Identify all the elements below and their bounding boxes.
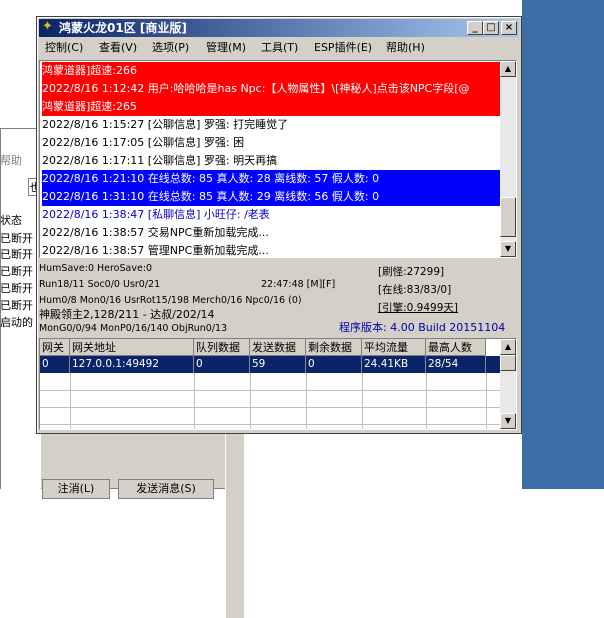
log-line: 2022/8/16 1:12:42 用户:哈哈哈是has Npc:【人物属性】\… <box>42 80 501 98</box>
window-title: 鸿蒙火龙01区 [商业版] <box>59 21 187 35</box>
background-status-header: 状态 <box>0 214 22 227</box>
grid-line <box>194 373 195 429</box>
col-send-data[interactable]: 发送数据 <box>250 339 306 356</box>
scroll-up-icon[interactable]: ▲ <box>500 339 516 355</box>
background-row: 已断开 <box>0 282 33 295</box>
menu-view[interactable]: 查看(V) <box>99 38 137 58</box>
program-version: 程序版本: 4.00 Build 20151104 <box>339 321 506 334</box>
cell-average-traffic: 24.41KB <box>362 356 426 373</box>
cell-remaining-data: 0 <box>306 356 362 373</box>
table-scrollbar[interactable]: ▲ ▼ <box>500 339 516 429</box>
scroll-down-icon[interactable]: ▼ <box>500 413 516 429</box>
grid-line <box>40 390 500 391</box>
cell-gateway-address: 127.0.0.1:49492 <box>70 356 194 373</box>
refresh-monster-count: [刷怪:27299] <box>378 266 445 278</box>
app-icon: ✦ <box>42 19 53 34</box>
log-line: 2022/8/16 1:38:57 交易NPC重新加载完成... <box>42 226 269 239</box>
background-row: 启动的 <box>0 316 33 329</box>
scroll-thumb[interactable] <box>500 355 516 371</box>
grid-line <box>306 373 307 429</box>
grid-line <box>486 373 487 429</box>
log-line: 2022/8/16 1:21:10 在线总数: 85 真人数: 28 离线数: … <box>42 170 501 188</box>
col-gateway-address[interactable]: 网关地址 <box>70 339 194 356</box>
cell-gateway: 0 <box>40 356 70 373</box>
logout-button[interactable]: 注消(L) <box>42 479 110 499</box>
menu-help[interactable]: 帮助(H) <box>386 38 425 58</box>
status-guild: 神殿领主2,128/211 - 达叔/202/14 <box>39 308 215 321</box>
scroll-thumb[interactable] <box>500 197 516 237</box>
log-line: 2022/8/16 1:17:05 [公聊信息] 罗强: 困 <box>42 136 245 149</box>
log-line: 2022/8/16 1:15:27 [公聊信息] 罗强: 打完睡觉了 <box>42 118 289 131</box>
background-row: 已断开 <box>0 248 33 261</box>
close-button[interactable]: × <box>501 21 517 35</box>
gateway-table[interactable]: 网关 网关地址 队列数据 发送数据 剩余数据 平均流量 最高人数 0 127.0… <box>39 338 517 430</box>
engine-uptime: [引擎:0.9499天] <box>378 302 458 314</box>
background-row: 已断开 <box>0 265 33 278</box>
cell-max-players: 28/54 <box>426 356 486 373</box>
minimize-button[interactable]: _ <box>467 21 483 35</box>
col-max-players[interactable]: 最高人数 <box>426 339 486 356</box>
online-count: [在线:83/83/0] <box>378 284 452 296</box>
status-monsters: MonG0/0/94 MonP0/16/140 ObjRun0/13 <box>39 323 228 334</box>
log-line: 2022/8/16 1:38:47 [私聊信息] 小旺仔: /老表 <box>42 208 270 221</box>
background-row: 已断开 <box>0 232 33 245</box>
background-row: 已断开 <box>0 299 33 312</box>
grid-line <box>70 373 71 429</box>
menu-bar: 控制(C) 查看(V) 选项(P) 管理(M) 工具(T) ESP插件(E) 帮… <box>39 38 519 58</box>
log-scrollbar[interactable]: ▲ ▼ <box>500 61 516 257</box>
menu-control[interactable]: 控制(C) <box>45 38 83 58</box>
col-average-traffic[interactable]: 平均流量 <box>362 339 426 356</box>
col-queue-data[interactable]: 队列数据 <box>194 339 250 356</box>
col-gateway[interactable]: 网关 <box>40 339 70 356</box>
grid-line <box>40 407 500 408</box>
title-bar[interactable]: ✦ 鸿蒙火龙01区 [商业版] _ □ × <box>39 19 519 37</box>
cell-queue-data: 0 <box>194 356 250 373</box>
log-view[interactable]: 鸿蒙道器]超速:266 2022/8/16 1:12:42 用户:哈哈哈是has … <box>39 60 517 258</box>
menu-options[interactable]: 选项(P) <box>152 38 189 58</box>
log-line: 鸿蒙道器]超速:265 <box>42 98 501 116</box>
grid-line <box>250 373 251 429</box>
col-remaining-data[interactable]: 剩余数据 <box>306 339 362 356</box>
desktop-background <box>522 0 604 489</box>
status-save: HumSave:0 HeroSave:0 <box>39 263 153 274</box>
scroll-up-icon[interactable]: ▲ <box>500 61 516 77</box>
status-time: 22:47:48 [M][F] <box>261 279 336 290</box>
log-line: 2022/8/16 1:31:10 在线总数: 85 真人数: 29 离线数: … <box>42 188 501 206</box>
background-menu-help[interactable]: 帮助 <box>0 152 22 168</box>
log-line: 2022/8/16 1:17:11 [公聊信息] 罗强: 明天再搞 <box>42 154 278 167</box>
grid-line <box>40 424 500 425</box>
scroll-down-icon[interactable]: ▼ <box>500 241 516 257</box>
menu-tools[interactable]: 工具(T) <box>261 38 298 58</box>
main-window: ✦ 鸿蒙火龙01区 [商业版] _ □ × 控制(C) 查看(V) 选项(P) … <box>36 16 522 434</box>
grid-line <box>362 373 363 429</box>
menu-esp-plugin[interactable]: ESP插件(E) <box>314 38 372 58</box>
cell-send-data: 59 <box>250 356 306 373</box>
grid-line <box>426 373 427 429</box>
table-row[interactable]: 0 127.0.0.1:49492 0 59 0 24.41KB 28/54 <box>40 356 500 373</box>
status-run: Run18/11 Soc0/0 Usr0/21 <box>39 279 161 290</box>
status-counts: Hum0/8 Mon0/16 UsrRot15/198 Merch0/16 Np… <box>39 295 302 306</box>
menu-manage[interactable]: 管理(M) <box>206 38 246 58</box>
log-line: 鸿蒙道器]超速:266 <box>42 62 501 80</box>
maximize-button[interactable]: □ <box>483 21 499 35</box>
log-line: 2022/8/16 1:38:57 管理NPC重新加载完成... <box>42 244 269 257</box>
send-message-button[interactable]: 发送消息(S) <box>118 479 214 499</box>
